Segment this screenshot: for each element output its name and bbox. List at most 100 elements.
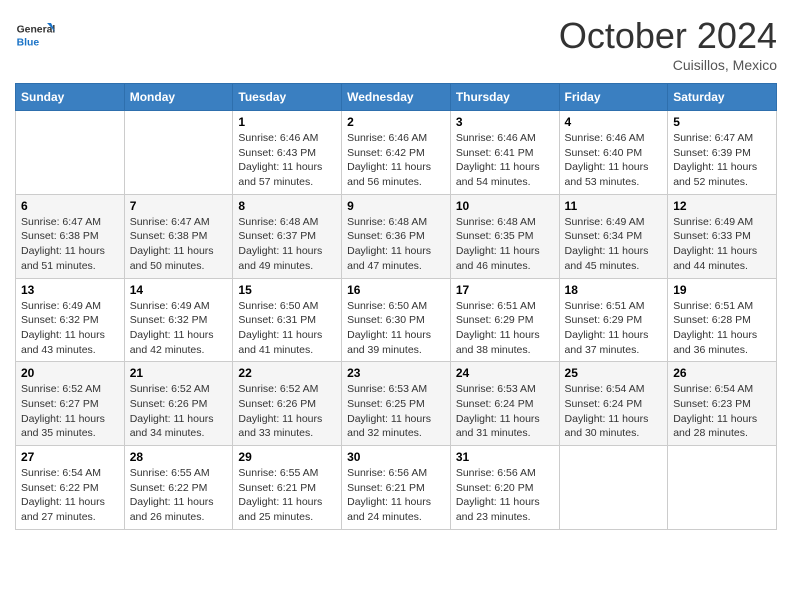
day-info: Sunrise: 6:50 AM Sunset: 6:31 PM Dayligh… bbox=[238, 299, 336, 358]
day-number: 22 bbox=[238, 366, 336, 380]
day-info: Sunrise: 6:49 AM Sunset: 6:34 PM Dayligh… bbox=[565, 215, 663, 274]
calendar-cell: 12 Sunrise: 6:49 AM Sunset: 6:33 PM Dayli… bbox=[668, 194, 777, 278]
day-info: Sunrise: 6:56 AM Sunset: 6:20 PM Dayligh… bbox=[456, 466, 554, 525]
calendar-table: SundayMondayTuesdayWednesdayThursdayFrid… bbox=[15, 83, 777, 530]
day-info: Sunrise: 6:49 AM Sunset: 6:32 PM Dayligh… bbox=[21, 299, 119, 358]
calendar-cell bbox=[668, 446, 777, 530]
day-info: Sunrise: 6:54 AM Sunset: 6:24 PM Dayligh… bbox=[565, 382, 663, 441]
calendar-week-row: 6 Sunrise: 6:47 AM Sunset: 6:38 PM Daylig… bbox=[16, 194, 777, 278]
calendar-cell: 31Sunrise: 6:56 AM Sunset: 6:20 PM Dayli… bbox=[450, 446, 559, 530]
day-number: 3 bbox=[456, 115, 554, 129]
day-info: Sunrise: 6:55 AM Sunset: 6:21 PM Dayligh… bbox=[238, 466, 336, 525]
day-info: Sunrise: 6:46 AM Sunset: 6:41 PM Dayligh… bbox=[456, 131, 554, 190]
day-number: 2 bbox=[347, 115, 445, 129]
day-info: Sunrise: 6:47 AM Sunset: 6:38 PM Dayligh… bbox=[130, 215, 228, 274]
day-info: Sunrise: 6:51 AM Sunset: 6:28 PM Dayligh… bbox=[673, 299, 771, 358]
calendar-cell: 29 Sunrise: 6:55 AM Sunset: 6:21 PM Dayli… bbox=[233, 446, 342, 530]
day-number: 19 bbox=[673, 283, 771, 297]
day-number: 1 bbox=[238, 115, 336, 129]
day-number: 4 bbox=[565, 115, 663, 129]
calendar-cell: 13Sunrise: 6:49 AM Sunset: 6:32 PM Dayli… bbox=[16, 278, 125, 362]
day-number: 12 bbox=[673, 199, 771, 213]
day-number: 16 bbox=[347, 283, 445, 297]
day-number: 27 bbox=[21, 450, 119, 464]
svg-text:General: General bbox=[17, 25, 55, 36]
day-number: 23 bbox=[347, 366, 445, 380]
calendar-cell: 2 Sunrise: 6:46 AM Sunset: 6:42 PM Daylig… bbox=[342, 111, 451, 195]
day-info: Sunrise: 6:46 AM Sunset: 6:42 PM Dayligh… bbox=[347, 131, 445, 190]
day-number: 5 bbox=[673, 115, 771, 129]
calendar-cell bbox=[16, 111, 125, 195]
day-number: 29 bbox=[238, 450, 336, 464]
day-number: 26 bbox=[673, 366, 771, 380]
day-number: 11 bbox=[565, 199, 663, 213]
day-info: Sunrise: 6:54 AM Sunset: 6:23 PM Dayligh… bbox=[673, 382, 771, 441]
day-info: Sunrise: 6:50 AM Sunset: 6:30 PM Dayligh… bbox=[347, 299, 445, 358]
calendar-cell: 6 Sunrise: 6:47 AM Sunset: 6:38 PM Daylig… bbox=[16, 194, 125, 278]
day-number: 17 bbox=[456, 283, 554, 297]
calendar-cell: 11 Sunrise: 6:49 AM Sunset: 6:34 PM Dayli… bbox=[559, 194, 668, 278]
day-number: 28 bbox=[130, 450, 228, 464]
weekday-header: Sunday bbox=[16, 84, 125, 111]
day-number: 20 bbox=[21, 366, 119, 380]
calendar-cell: 23 Sunrise: 6:53 AM Sunset: 6:25 PM Dayli… bbox=[342, 362, 451, 446]
calendar-cell: 21 Sunrise: 6:52 AM Sunset: 6:26 PM Dayli… bbox=[124, 362, 233, 446]
weekday-header: Wednesday bbox=[342, 84, 451, 111]
calendar-cell: 8Sunrise: 6:48 AM Sunset: 6:37 PM Daylig… bbox=[233, 194, 342, 278]
calendar-cell: 14 Sunrise: 6:49 AM Sunset: 6:32 PM Dayli… bbox=[124, 278, 233, 362]
day-number: 25 bbox=[565, 366, 663, 380]
calendar-cell: 20 Sunrise: 6:52 AM Sunset: 6:27 PM Dayli… bbox=[16, 362, 125, 446]
title-block: October 2024 Cuisillos, Mexico bbox=[559, 15, 777, 73]
location-subtitle: Cuisillos, Mexico bbox=[559, 57, 777, 73]
day-number: 21 bbox=[130, 366, 228, 380]
calendar-cell: 1 Sunrise: 6:46 AM Sunset: 6:43 PM Daylig… bbox=[233, 111, 342, 195]
day-info: Sunrise: 6:51 AM Sunset: 6:29 PM Dayligh… bbox=[456, 299, 554, 358]
weekday-header: Friday bbox=[559, 84, 668, 111]
day-info: Sunrise: 6:46 AM Sunset: 6:43 PM Dayligh… bbox=[238, 131, 336, 190]
calendar-week-row: 1 Sunrise: 6:46 AM Sunset: 6:43 PM Daylig… bbox=[16, 111, 777, 195]
calendar-cell: 15 Sunrise: 6:50 AM Sunset: 6:31 PM Dayli… bbox=[233, 278, 342, 362]
calendar-cell bbox=[124, 111, 233, 195]
calendar-cell: 30Sunrise: 6:56 AM Sunset: 6:21 PM Dayli… bbox=[342, 446, 451, 530]
calendar-cell: 5 Sunrise: 6:47 AM Sunset: 6:39 PM Daylig… bbox=[668, 111, 777, 195]
calendar-cell: 4Sunrise: 6:46 AM Sunset: 6:40 PM Daylig… bbox=[559, 111, 668, 195]
day-info: Sunrise: 6:49 AM Sunset: 6:32 PM Dayligh… bbox=[130, 299, 228, 358]
day-info: Sunrise: 6:53 AM Sunset: 6:25 PM Dayligh… bbox=[347, 382, 445, 441]
day-info: Sunrise: 6:55 AM Sunset: 6:22 PM Dayligh… bbox=[130, 466, 228, 525]
logo: General Blue bbox=[15, 15, 60, 55]
calendar-cell: 27Sunrise: 6:54 AM Sunset: 6:22 PM Dayli… bbox=[16, 446, 125, 530]
day-info: Sunrise: 6:52 AM Sunset: 6:26 PM Dayligh… bbox=[238, 382, 336, 441]
weekday-header: Tuesday bbox=[233, 84, 342, 111]
calendar-cell bbox=[559, 446, 668, 530]
calendar-cell: 19 Sunrise: 6:51 AM Sunset: 6:28 PM Dayli… bbox=[668, 278, 777, 362]
day-number: 30 bbox=[347, 450, 445, 464]
svg-text:Blue: Blue bbox=[17, 37, 40, 48]
calendar-cell: 28 Sunrise: 6:55 AM Sunset: 6:22 PM Dayli… bbox=[124, 446, 233, 530]
day-info: Sunrise: 6:52 AM Sunset: 6:26 PM Dayligh… bbox=[130, 382, 228, 441]
calendar-cell: 26 Sunrise: 6:54 AM Sunset: 6:23 PM Dayli… bbox=[668, 362, 777, 446]
calendar-cell: 10 Sunrise: 6:48 AM Sunset: 6:35 PM Dayli… bbox=[450, 194, 559, 278]
day-info: Sunrise: 6:53 AM Sunset: 6:24 PM Dayligh… bbox=[456, 382, 554, 441]
calendar-cell: 7Sunrise: 6:47 AM Sunset: 6:38 PM Daylig… bbox=[124, 194, 233, 278]
day-number: 14 bbox=[130, 283, 228, 297]
calendar-week-row: 13Sunrise: 6:49 AM Sunset: 6:32 PM Dayli… bbox=[16, 278, 777, 362]
calendar-cell: 3 Sunrise: 6:46 AM Sunset: 6:41 PM Daylig… bbox=[450, 111, 559, 195]
day-number: 24 bbox=[456, 366, 554, 380]
day-number: 6 bbox=[21, 199, 119, 213]
day-number: 15 bbox=[238, 283, 336, 297]
day-number: 10 bbox=[456, 199, 554, 213]
day-info: Sunrise: 6:51 AM Sunset: 6:29 PM Dayligh… bbox=[565, 299, 663, 358]
day-info: Sunrise: 6:47 AM Sunset: 6:38 PM Dayligh… bbox=[21, 215, 119, 274]
weekday-header-row: SundayMondayTuesdayWednesdayThursdayFrid… bbox=[16, 84, 777, 111]
day-number: 8 bbox=[238, 199, 336, 213]
calendar-cell: 17 Sunrise: 6:51 AM Sunset: 6:29 PM Dayli… bbox=[450, 278, 559, 362]
day-number: 18 bbox=[565, 283, 663, 297]
day-info: Sunrise: 6:48 AM Sunset: 6:35 PM Dayligh… bbox=[456, 215, 554, 274]
calendar-cell: 18 Sunrise: 6:51 AM Sunset: 6:29 PM Dayli… bbox=[559, 278, 668, 362]
calendar-week-row: 27Sunrise: 6:54 AM Sunset: 6:22 PM Dayli… bbox=[16, 446, 777, 530]
calendar-week-row: 20 Sunrise: 6:52 AM Sunset: 6:27 PM Dayli… bbox=[16, 362, 777, 446]
calendar-cell: 25 Sunrise: 6:54 AM Sunset: 6:24 PM Dayli… bbox=[559, 362, 668, 446]
day-info: Sunrise: 6:52 AM Sunset: 6:27 PM Dayligh… bbox=[21, 382, 119, 441]
day-info: Sunrise: 6:49 AM Sunset: 6:33 PM Dayligh… bbox=[673, 215, 771, 274]
day-info: Sunrise: 6:47 AM Sunset: 6:39 PM Dayligh… bbox=[673, 131, 771, 190]
